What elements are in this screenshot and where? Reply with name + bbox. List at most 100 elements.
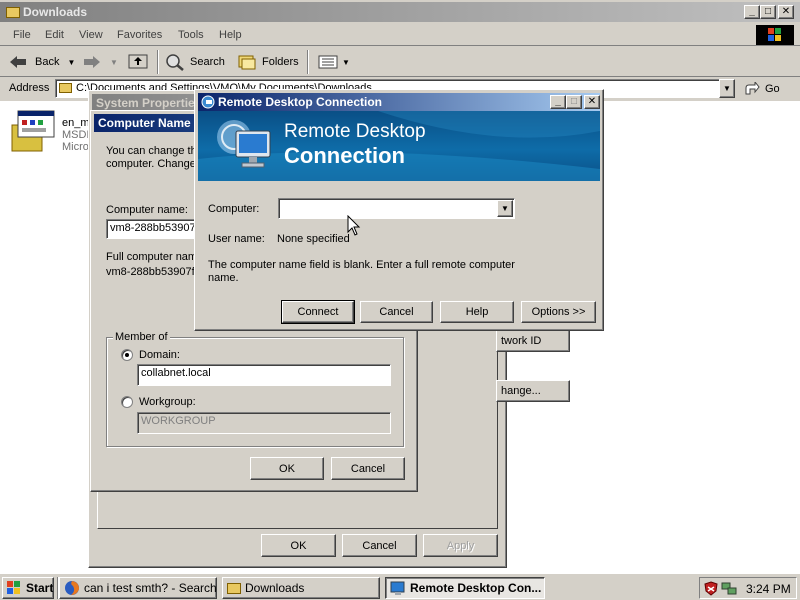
apply-button[interactable]: Apply xyxy=(423,534,498,557)
maximize-button[interactable]: □ xyxy=(760,5,776,19)
toolbar-separator xyxy=(307,50,309,74)
search-button[interactable]: Search xyxy=(165,52,225,72)
options-button[interactable]: Options >> xyxy=(521,301,596,323)
views-button[interactable]: ▼ xyxy=(318,52,350,72)
network-icon[interactable] xyxy=(721,581,737,596)
folders-button[interactable]: Folders xyxy=(237,52,299,72)
firefox-icon xyxy=(65,581,79,595)
task-firefox[interactable]: can i test smth? - Search... xyxy=(59,577,217,599)
username-value: None specified xyxy=(277,233,350,245)
address-label: Address xyxy=(9,82,50,94)
address-dropdown-button[interactable]: ▼ xyxy=(719,79,735,98)
go-button[interactable]: Go xyxy=(744,80,780,98)
folders-label: Folders xyxy=(262,56,299,68)
file-item[interactable]: en_m MSDN Micros xyxy=(6,107,96,157)
rdc-minimize-button[interactable]: _ xyxy=(550,95,566,109)
taskbar: Start can i test smth? - Search... Downl… xyxy=(0,573,800,600)
back-label: Back xyxy=(35,56,60,68)
task-remote-desktop[interactable]: Remote Desktop Con... xyxy=(385,577,545,599)
chevron-down-icon: ▼ xyxy=(110,57,118,67)
rdc-titlebar[interactable]: Remote Desktop Connection _ □ ✕ xyxy=(198,93,600,111)
search-icon xyxy=(166,54,184,71)
toolbar-separator xyxy=(157,50,159,74)
cancel-label: Cancel xyxy=(362,539,397,552)
back-button[interactable]: Back ▼ xyxy=(8,52,75,72)
domain-value: collabnet.local xyxy=(141,367,211,379)
windows-logo-icon xyxy=(7,581,20,594)
computer-label: Computer: xyxy=(208,203,260,215)
minimize-button[interactable]: _ xyxy=(744,5,760,19)
security-shield-icon[interactable] xyxy=(704,581,718,596)
help-label: Help xyxy=(465,306,489,318)
system-tray: 3:24 PM xyxy=(699,577,797,599)
rdc-window: Remote Desktop Connection _ □ ✕ Remote D… xyxy=(194,89,604,331)
file-name: en_m xyxy=(62,117,90,129)
task-downloads[interactable]: Downloads xyxy=(222,577,380,599)
menu-tools[interactable]: Tools xyxy=(178,29,204,41)
search-label: Search xyxy=(190,56,225,68)
menu-help[interactable]: Help xyxy=(219,29,242,41)
intro-text-line2: computer. Change: xyxy=(106,158,199,170)
full-name-label: Full computer name xyxy=(106,251,204,263)
workgroup-input[interactable]: WORKGROUP xyxy=(137,412,391,434)
menu-edit[interactable]: Edit xyxy=(45,29,64,41)
close-button[interactable]: ✕ xyxy=(778,5,794,19)
change-label: hange... xyxy=(501,385,541,397)
inner-ok-label: OK xyxy=(279,462,295,475)
explorer-title: Downloads xyxy=(23,5,88,19)
rdc-close-button[interactable]: ✕ xyxy=(584,95,600,109)
change-button[interactable]: hange... xyxy=(496,380,570,402)
rdc-message: The computer name field is blank. Enter … xyxy=(208,259,515,284)
go-arrow-icon xyxy=(745,82,760,95)
up-folder-button[interactable] xyxy=(127,51,149,71)
clock: 3:24 PM xyxy=(746,582,791,596)
back-arrow-icon xyxy=(10,56,26,68)
chevron-down-icon: ▼ xyxy=(67,57,76,67)
network-id-label: twork ID xyxy=(501,335,542,347)
full-name-value: vm8-288bb53907f. xyxy=(106,266,198,278)
start-button[interactable]: Start xyxy=(2,577,54,599)
rdc-title: Remote Desktop Connection xyxy=(218,95,383,109)
rdc-cancel-button[interactable]: Cancel xyxy=(360,301,433,323)
computer-name-value: vm8-288bb53907f xyxy=(110,222,199,234)
menu-view[interactable]: View xyxy=(79,29,103,41)
help-button[interactable]: Help xyxy=(440,301,514,323)
computer-combobox[interactable] xyxy=(278,198,515,219)
task-downloads-label: Downloads xyxy=(245,581,305,595)
workgroup-radio[interactable] xyxy=(121,396,133,408)
ok-label: OK xyxy=(290,539,307,552)
options-label: Options >> xyxy=(531,306,586,318)
computer-dropdown-button[interactable]: ▼ xyxy=(497,200,513,217)
monitor-icon xyxy=(217,120,271,168)
go-label: Go xyxy=(765,83,780,95)
inner-ok-button[interactable]: OK xyxy=(250,457,324,480)
computer-name-title: Computer Name C xyxy=(98,116,203,130)
inner-cancel-button[interactable]: Cancel xyxy=(331,457,405,480)
cancel-button[interactable]: Cancel xyxy=(342,534,417,557)
ok-button[interactable]: OK xyxy=(261,534,336,557)
task-firefox-label: can i test smth? - Search... xyxy=(84,581,217,595)
member-of-label: Member of xyxy=(113,331,170,343)
menu-file[interactable]: File xyxy=(13,29,31,41)
folder-icon xyxy=(59,83,72,93)
menu-favorites[interactable]: Favorites xyxy=(117,29,162,41)
domain-input[interactable]: collabnet.local xyxy=(137,364,391,386)
intro-text-line1: You can change th xyxy=(106,145,197,157)
forward-button[interactable]: ▼ xyxy=(82,52,118,72)
rdc-banner-line1: Remote Desktop xyxy=(284,121,426,142)
network-id-button[interactable]: twork ID xyxy=(496,330,570,352)
folders-icon xyxy=(238,55,256,70)
rdc-banner-line2: Connection xyxy=(284,143,405,168)
folder-icon xyxy=(227,582,241,594)
connect-label: Connect xyxy=(297,306,339,318)
connect-button[interactable]: Connect xyxy=(281,300,355,324)
domain-radio[interactable] xyxy=(121,349,133,361)
installer-icon xyxy=(11,110,55,152)
explorer-titlebar[interactable]: Downloads _ □ ✕ xyxy=(0,2,800,22)
system-properties-title: System Properties xyxy=(96,96,202,110)
mouse-cursor-icon xyxy=(347,215,361,236)
menu-bar: File Edit View Favorites Tools Help xyxy=(0,24,800,46)
windows-logo-icon xyxy=(756,25,794,45)
rdc-maximize-button[interactable]: □ xyxy=(566,95,582,109)
start-label: Start xyxy=(26,581,54,595)
